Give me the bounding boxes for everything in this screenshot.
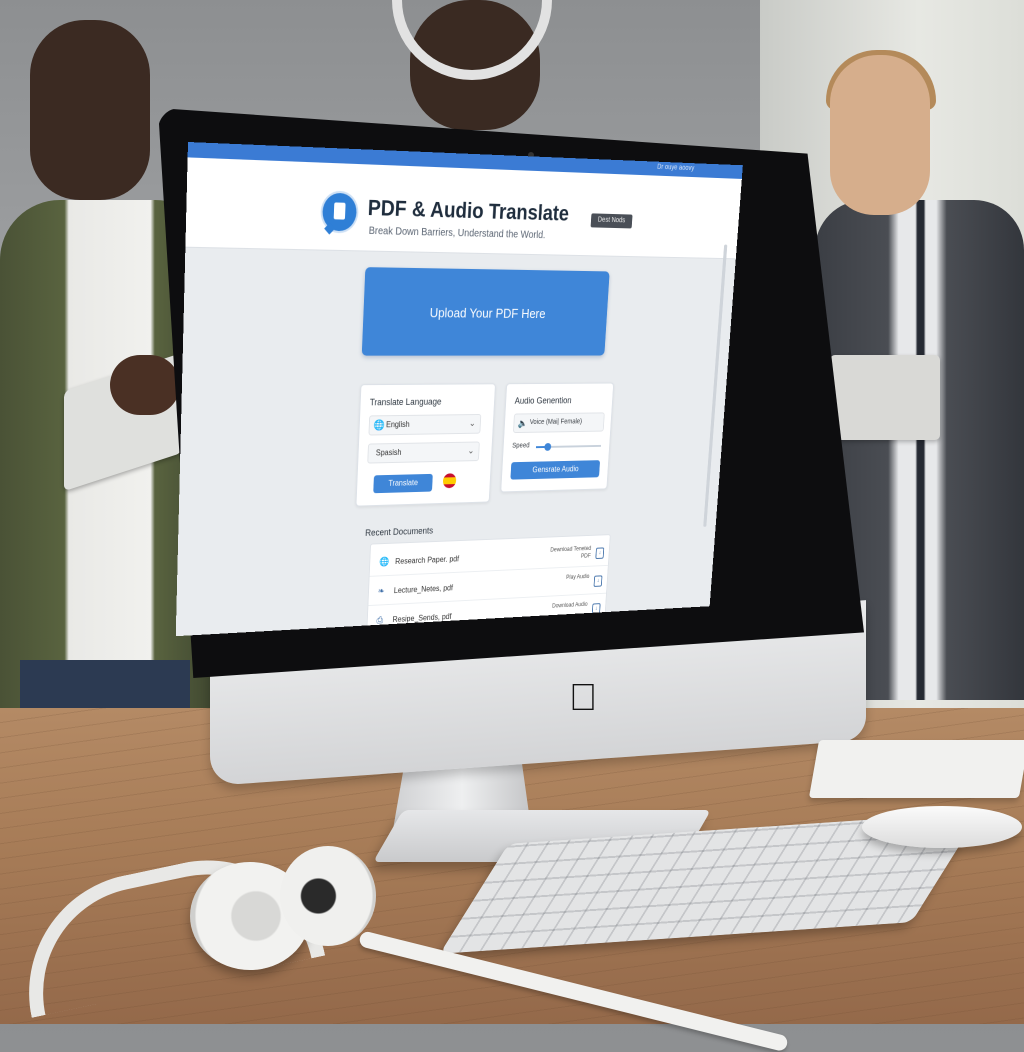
notebook	[808, 740, 1024, 798]
audio-card-title: Audio Genention	[514, 395, 572, 406]
chevron-down-icon: ⌄	[467, 445, 475, 456]
recent-document-name: Research Paper. pdf	[394, 554, 460, 566]
app-screen: Dr ouye aoovy PDF & Audio Translate Brea…	[175, 142, 743, 637]
target-language-select[interactable]: Spasish ⌄	[367, 441, 480, 464]
speaker-icon: 🔈	[517, 418, 528, 429]
translate-language-card: Translate Language 🌐 English ⌄ Spasish ⌄…	[355, 383, 496, 507]
document-chat-logo-icon	[321, 192, 358, 232]
audio-generation-card: Audio Genention 🔈 Voice (Mai| Female) Sp…	[500, 382, 615, 493]
voice-value: Voice (Mai| Female)	[529, 418, 583, 426]
upload-pdf-button[interactable]: Upload Your PDF Here	[361, 267, 610, 356]
recent-document-action[interactable]: Play Audio	[540, 573, 590, 583]
apple-logo-icon: 	[566, 676, 600, 720]
app-title: PDF & Audio Translate	[367, 196, 570, 226]
generate-audio-button[interactable]: Gensrate Audio	[510, 460, 601, 480]
source-language-select[interactable]: 🌐 English ⌄	[368, 413, 482, 436]
document-icon: ⎙	[376, 614, 384, 625]
mouse	[862, 806, 1022, 848]
headphones-ear-cup-back	[280, 846, 376, 946]
recent-document-action[interactable]: Download Audio	[538, 601, 588, 611]
speed-slider[interactable]	[535, 443, 602, 451]
recent-documents-title: Recent Documents	[365, 525, 434, 538]
translate-card-title: Translate Language	[369, 396, 442, 408]
recent-document-name: Lecture_Netes, pdf	[393, 583, 454, 596]
top-bar-text: Dr ouye aoovy	[656, 163, 695, 173]
app-tagline: Break Down Barriers, Understand the Worl…	[368, 225, 546, 242]
globe-icon: 🌐	[378, 556, 390, 567]
language-icon: ❧	[377, 585, 385, 596]
document-action-icon[interactable]: ↓	[595, 547, 605, 559]
speed-label: Speed	[512, 442, 530, 450]
person-left-head	[30, 20, 150, 200]
person-right-head	[830, 55, 930, 215]
recent-document-action[interactable]: Dewnload Teneted PDF	[541, 545, 591, 562]
translate-button[interactable]: Translate	[373, 473, 433, 494]
globe-icon: 🌐	[373, 420, 385, 432]
person-left-hand	[110, 355, 180, 415]
voice-select[interactable]: 🔈 Voice (Mai| Female)	[512, 412, 605, 434]
person-right-tablet	[830, 355, 940, 440]
document-action-icon[interactable]: ↓	[593, 575, 603, 587]
speed-slider-thumb[interactable]	[544, 443, 552, 451]
source-language-value: English	[385, 419, 410, 430]
chevron-down-icon: ⌄	[468, 417, 476, 428]
spain-flag-icon	[442, 473, 457, 489]
target-language-value: Spasish	[375, 447, 402, 458]
header-button[interactable]: Dest Nods	[590, 213, 633, 229]
upload-pdf-label: Upload Your PDF Here	[429, 304, 546, 321]
